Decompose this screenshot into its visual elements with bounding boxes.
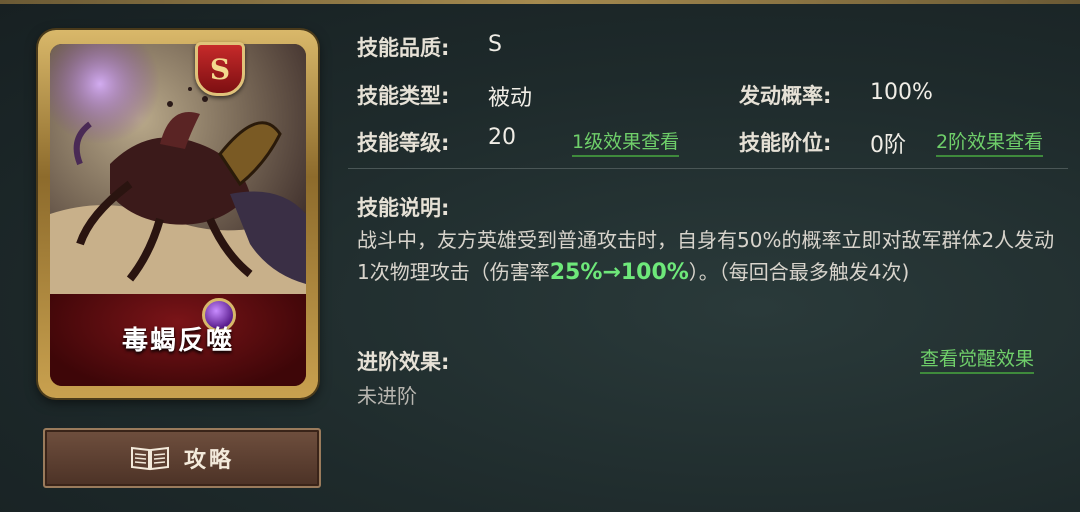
awaken-effect-link[interactable]: 查看觉醒效果	[920, 344, 1035, 374]
level-value: 20	[488, 125, 516, 150]
quality-label: 技能品质:	[357, 36, 450, 60]
skill-card: S 毒蝎反噬	[38, 30, 318, 398]
chance-label: 发动概率:	[739, 84, 832, 108]
damage-rate-highlight: 25%→100%	[549, 260, 689, 285]
chance-value: 100%	[870, 80, 933, 105]
skill-artwork	[50, 44, 306, 294]
description-text: 战斗中，友方英雄受到普通攻击时，自身有50%的概率立即对敌军群体2人发动1次物理…	[357, 224, 1057, 289]
type-value: 被动	[488, 86, 533, 111]
book-icon	[130, 446, 169, 471]
rank2-effect-link[interactable]: 2阶效果查看	[936, 127, 1044, 157]
description-part2: ）。（每回合最多触发4次)	[688, 260, 910, 284]
description-label: 技能说明:	[357, 196, 450, 220]
divider	[348, 168, 1068, 169]
grade-badge: S	[195, 42, 245, 96]
level-label: 技能等级:	[357, 131, 450, 155]
type-label: 技能类型:	[357, 84, 450, 108]
guide-button[interactable]: 攻略	[43, 428, 321, 488]
level1-effect-link[interactable]: 1级效果查看	[572, 127, 680, 157]
rank-label: 技能阶位:	[739, 131, 832, 155]
quality-value: S	[488, 32, 502, 57]
guide-label: 攻略	[183, 448, 234, 473]
advancement-value: 未进阶	[357, 384, 417, 408]
advancement-label: 进阶效果:	[357, 350, 450, 374]
rank-value: 0阶	[870, 133, 906, 158]
top-border	[0, 0, 1080, 4]
skill-name: 毒蝎反噬	[121, 326, 234, 356]
